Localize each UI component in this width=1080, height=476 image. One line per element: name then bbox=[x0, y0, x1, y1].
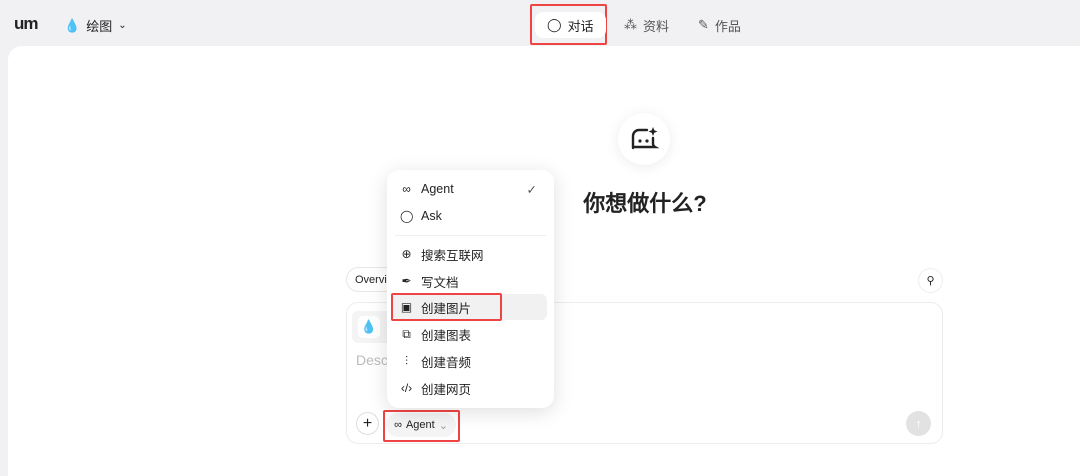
app-logo[interactable]: um bbox=[14, 14, 38, 34]
menu-label: 创建网页 bbox=[421, 382, 472, 397]
diagram-icon: ⧉ bbox=[402, 326, 411, 341]
menu-divider bbox=[395, 235, 546, 236]
tab-chat[interactable]: ◯ 对话 bbox=[535, 12, 606, 38]
highlight-box bbox=[391, 293, 502, 321]
check-icon: ✓ bbox=[526, 182, 537, 197]
tab-materials[interactable]: ⁂ 资料 bbox=[612, 12, 681, 38]
menu-label: 创建图表 bbox=[421, 328, 472, 343]
menu-item-search-web[interactable]: ⊕ 搜索互联网 bbox=[392, 241, 547, 267]
menu-item-create-chart[interactable]: ⧉ 创建图表 bbox=[392, 321, 547, 347]
magic-wand-icon: ✎ bbox=[698, 17, 709, 32]
audio-icon: ⫶ bbox=[404, 353, 408, 368]
highlight-box bbox=[383, 410, 460, 442]
mode-label: 绘图 bbox=[86, 19, 113, 34]
send-button[interactable]: ↑ bbox=[906, 411, 931, 436]
chevron-down-icon: ⌄ bbox=[118, 20, 127, 31]
globe-icon: ⊕ bbox=[401, 247, 412, 261]
chat-bubble-icon: ◯ bbox=[547, 17, 562, 32]
tab-works[interactable]: ✎ 作品 bbox=[686, 12, 753, 38]
menu-item-ask[interactable]: ◯ Ask bbox=[392, 203, 547, 229]
mode-dropdown-menu: ∞ Agent ✓ ◯ Ask ⊕ 搜索互联网 ✒ 写文档 ▣ 创建图片 ⧉ 创建图表 ⫶ 创建… bbox=[387, 170, 554, 408]
tab-label: 作品 bbox=[714, 18, 741, 34]
menu-label: Ask bbox=[421, 209, 442, 223]
mode-selector[interactable]: 💧 绘图 ⌄ bbox=[64, 16, 127, 35]
infinity-icon: ∞ bbox=[402, 182, 411, 196]
code-icon: ‹/› bbox=[400, 381, 413, 395]
add-button[interactable]: + bbox=[356, 412, 379, 435]
menu-label: 写文档 bbox=[421, 275, 459, 290]
menu-label: 搜索互联网 bbox=[421, 248, 484, 263]
drop-icon: 💧 bbox=[358, 316, 380, 338]
sliders-icon: ⚲ bbox=[926, 275, 935, 287]
page-title: 你想做什么? bbox=[583, 191, 707, 216]
tab-label: 对话 bbox=[567, 18, 594, 34]
tab-label: 资料 bbox=[643, 18, 670, 34]
chat-bubble-icon: ◯ bbox=[400, 209, 414, 223]
menu-item-create-webpage[interactable]: ‹/› 创建网页 bbox=[392, 375, 547, 401]
menu-item-create-audio[interactable]: ⫶ 创建音频 bbox=[392, 348, 547, 374]
drop-icon: 💧 bbox=[64, 17, 81, 33]
menu-label: Agent bbox=[421, 182, 454, 196]
sparkle-icon: ⁂ bbox=[624, 17, 637, 32]
menu-item-agent[interactable]: ∞ Agent ✓ bbox=[392, 176, 547, 202]
settings-sliders-button[interactable]: ⚲ bbox=[918, 268, 943, 293]
menu-label: 创建音频 bbox=[421, 355, 472, 370]
bot-avatar-icon bbox=[618, 113, 670, 165]
pen-nib-icon: ✒ bbox=[401, 274, 412, 288]
menu-item-write-doc[interactable]: ✒ 写文档 bbox=[392, 268, 547, 294]
